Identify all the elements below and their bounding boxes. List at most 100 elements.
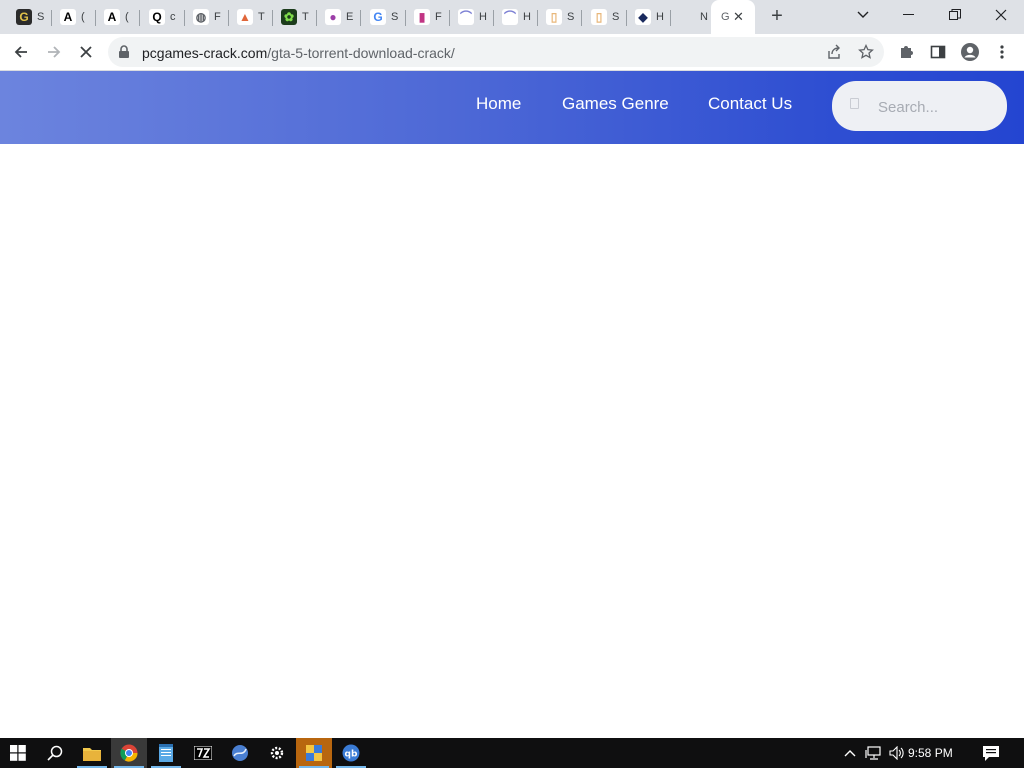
tab-active[interactable]: G ✕ xyxy=(711,0,755,34)
tab-item[interactable]: ◍ F xyxy=(185,4,229,30)
stop-icon xyxy=(80,46,92,58)
tab-title: ( xyxy=(125,11,129,23)
tab-item[interactable]: A( xyxy=(96,4,140,30)
globe-icon xyxy=(232,745,248,761)
taskbar-file-explorer[interactable] xyxy=(74,738,110,768)
tab-title: S xyxy=(37,11,45,23)
tab-item[interactable]: GS xyxy=(8,4,52,30)
network-button[interactable] xyxy=(862,738,884,768)
tab-item[interactable]: ⌒ H xyxy=(494,4,538,30)
stop-loading-button[interactable] xyxy=(73,39,99,65)
taskbar-clock[interactable]: 9:58 PM xyxy=(908,746,953,760)
tab-item[interactable]: N xyxy=(671,4,715,30)
taskbar-chrome[interactable] xyxy=(111,738,147,768)
tab-item[interactable]: ▮ F xyxy=(406,4,450,30)
tab-title: F xyxy=(435,11,442,23)
restore-button[interactable] xyxy=(932,0,978,30)
tab-item[interactable]: ⌒ H xyxy=(450,4,494,30)
chrome-icon xyxy=(120,744,138,762)
tab-favicon-icon: ⌒ xyxy=(502,9,518,25)
notepad-icon xyxy=(159,744,173,762)
search-input[interactable] xyxy=(876,94,1000,120)
tab-item[interactable]: ▯ S xyxy=(583,4,627,30)
qbittorrent-icon: qb xyxy=(342,744,360,762)
side-panel-icon xyxy=(930,45,946,59)
nav-home-link[interactable]: Home xyxy=(476,94,521,114)
new-tab-button[interactable]: + xyxy=(766,5,788,27)
tab-favicon-icon: ◍ xyxy=(193,9,209,25)
close-tab-icon[interactable]: ✕ xyxy=(733,9,744,25)
star-icon xyxy=(858,44,874,59)
tab-item[interactable]: ◆ H xyxy=(627,4,671,30)
lock-icon[interactable] xyxy=(118,45,130,59)
tab-search-button[interactable] xyxy=(840,0,886,30)
puzzle-icon xyxy=(901,46,913,58)
tab-favicon-icon: ◆ xyxy=(635,9,651,25)
tab-title: T xyxy=(258,11,265,23)
taskbar-notepad[interactable] xyxy=(148,738,184,768)
restore-icon xyxy=(949,9,961,20)
tab-title: S xyxy=(612,11,620,23)
taskbar-qbittorrent[interactable]: qb xyxy=(333,738,369,768)
show-hidden-icons-button[interactable] xyxy=(840,738,860,768)
tab-title: H xyxy=(523,11,531,23)
tab-favicon-icon: ▯ xyxy=(546,9,562,25)
shield-icon xyxy=(306,745,322,761)
folder-icon xyxy=(83,747,101,761)
tab-title: N xyxy=(700,11,708,23)
tab-item[interactable]: ▯ S xyxy=(538,4,582,30)
tab-title: E xyxy=(346,11,354,23)
side-panel-button[interactable] xyxy=(925,39,951,65)
taskbar-app-shield[interactable] xyxy=(296,738,332,768)
speaker-icon xyxy=(889,746,904,760)
tab-item[interactable]: GS xyxy=(362,4,406,30)
nav-contact-link[interactable]: Contact Us xyxy=(708,94,792,114)
minimize-button[interactable] xyxy=(886,0,932,30)
taskbar-7zip[interactable] xyxy=(185,738,221,768)
nav-games-genre-link[interactable]: Games Genre xyxy=(562,94,669,114)
7zip-icon xyxy=(194,746,212,760)
tab-item[interactable]: ● E xyxy=(317,4,361,30)
tab-favicon-icon: ▲ xyxy=(237,9,253,25)
taskbar-app-globe[interactable] xyxy=(222,738,258,768)
avatar-icon xyxy=(961,43,979,61)
tab-item[interactable]: ▲ T xyxy=(229,4,273,30)
close-window-button[interactable] xyxy=(978,0,1024,30)
arrow-left-icon xyxy=(14,46,27,58)
tab-title: H xyxy=(656,11,664,23)
site-header: Home Games Genre Contact Us xyxy=(0,71,1024,144)
tab-item[interactable]: A( xyxy=(52,4,96,30)
tab-favicon-icon: ▮ xyxy=(414,9,430,25)
start-button[interactable] xyxy=(0,738,36,768)
forward-button[interactable] xyxy=(41,39,67,65)
tab-favicon-icon: A xyxy=(60,9,76,25)
profile-button[interactable] xyxy=(957,39,983,65)
bookmark-button[interactable] xyxy=(856,42,876,62)
menu-button[interactable] xyxy=(989,39,1015,65)
tab-separator xyxy=(581,10,582,26)
tab-title: T xyxy=(302,11,309,23)
tab-title: S xyxy=(391,11,399,23)
url-domain: pcgames-crack.com xyxy=(142,45,268,61)
site-search[interactable] xyxy=(832,81,1007,131)
tab-favicon-icon: G xyxy=(370,9,386,25)
action-center-button[interactable] xyxy=(974,738,1008,768)
taskbar-search-button[interactable] xyxy=(37,738,73,768)
volume-button[interactable] xyxy=(886,738,908,768)
taskbar-settings[interactable] xyxy=(259,738,295,768)
tab-favicon-icon: ⌒ xyxy=(458,9,474,25)
extensions-button[interactable] xyxy=(893,39,919,65)
windows-logo-icon xyxy=(10,745,26,761)
tab-separator xyxy=(360,10,361,26)
url-text[interactable]: pcgames-crack.com/gta-5-torrent-download… xyxy=(142,45,455,61)
tab-title: H xyxy=(479,11,487,23)
minimize-icon xyxy=(903,14,914,15)
url-path: /gta-5-torrent-download-crack/ xyxy=(267,45,455,61)
share-icon xyxy=(828,44,840,59)
back-button[interactable] xyxy=(8,39,34,65)
address-bar[interactable]: pcgames-crack.com/gta-5-torrent-download… xyxy=(108,37,884,67)
tab-item[interactable]: Qc xyxy=(141,4,185,30)
share-button[interactable] xyxy=(824,42,844,62)
tab-item[interactable]: ✿ T xyxy=(273,4,317,30)
search-icon[interactable] xyxy=(850,98,859,109)
